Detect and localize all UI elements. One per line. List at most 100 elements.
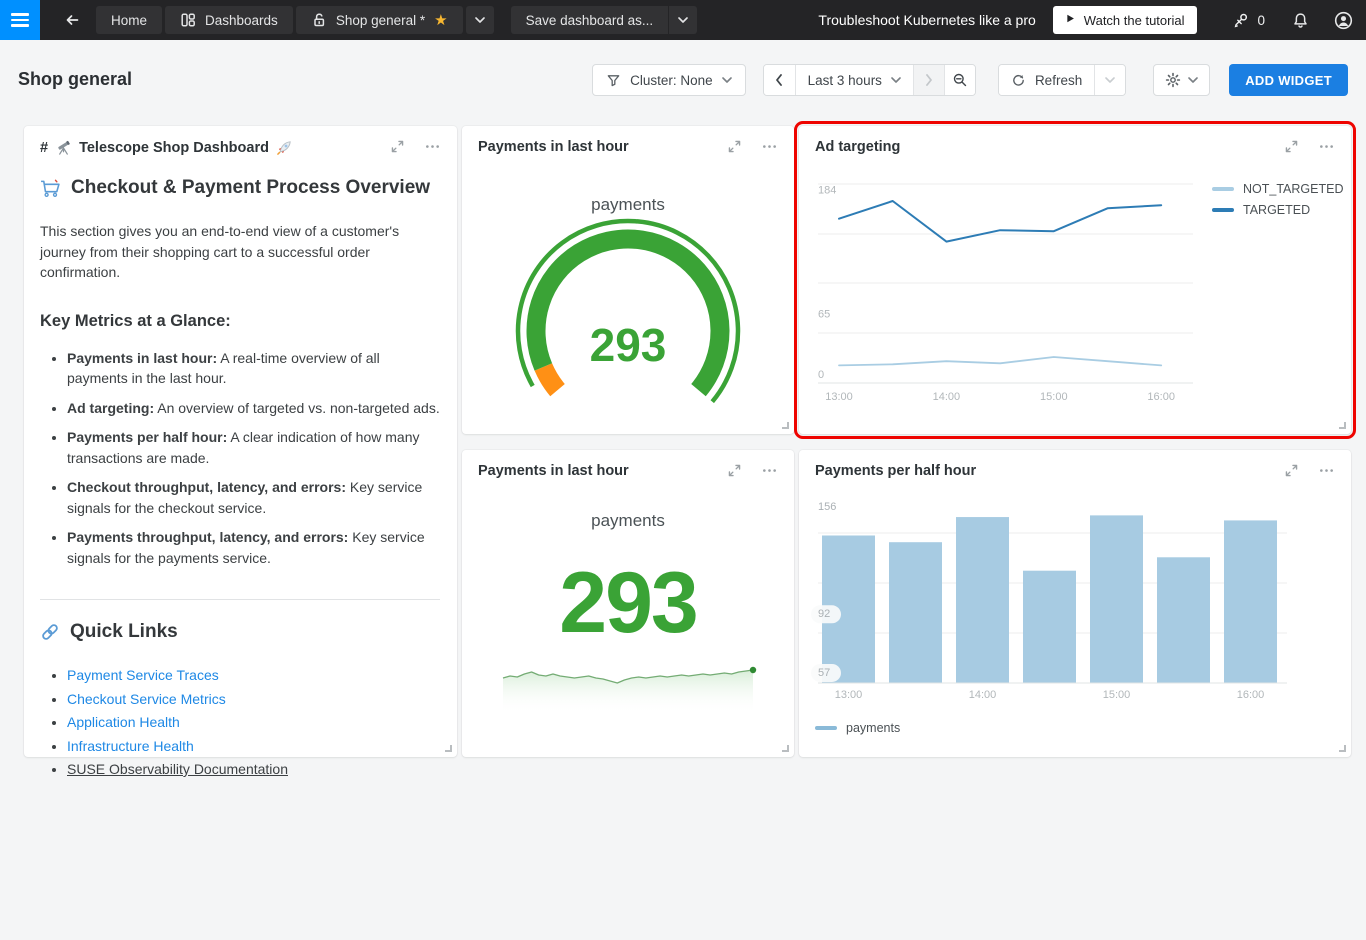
chevron-down-icon <box>891 77 901 83</box>
payments-sparkline[interactable] <box>499 650 759 718</box>
svg-text:13:00: 13:00 <box>825 391 853 403</box>
svg-text:15:00: 15:00 <box>1040 391 1068 403</box>
quick-links-list: Payment Service Traces Checkout Service M… <box>40 667 440 778</box>
funnel-icon <box>606 73 621 88</box>
legend-label: TARGETED <box>1243 203 1310 217</box>
svg-text:16:00: 16:00 <box>1237 689 1265 701</box>
resize-handle[interactable] <box>1339 745 1346 752</box>
time-range-button[interactable]: Last 3 hours <box>795 65 913 95</box>
metric-bullet: Payments throughput, latency, and errors… <box>67 527 440 568</box>
expand-widget-icon[interactable] <box>727 463 742 478</box>
divider <box>40 599 440 600</box>
dashboard-settings-button[interactable] <box>1153 64 1210 96</box>
expand-widget-icon[interactable] <box>390 139 405 154</box>
quick-link[interactable]: Checkout Service Metrics <box>67 691 226 707</box>
refresh-icon <box>1011 73 1026 88</box>
widget-ad-targeting: Ad targeting 18465013:0014:0015:0016:00 … <box>799 126 1351 434</box>
metric-bullet: Payments per half hour: A clear indicati… <box>67 427 440 468</box>
svg-text:15:00: 15:00 <box>1103 689 1131 701</box>
widget-menu-icon[interactable] <box>424 139 441 154</box>
svg-text:16:00: 16:00 <box>1147 391 1175 403</box>
legend-swatch <box>1212 187 1234 192</box>
ad-targeting-line-chart[interactable]: 18465013:0014:0015:0016:00 <box>799 126 1351 434</box>
user-avatar[interactable] <box>1334 11 1353 30</box>
svg-text:57: 57 <box>818 667 830 679</box>
quick-link-item: Payment Service Traces <box>67 667 440 684</box>
resize-handle[interactable] <box>782 745 789 752</box>
tab-home[interactable]: Home <box>96 6 162 34</box>
watch-tutorial-button[interactable]: Watch the tutorial <box>1053 6 1198 34</box>
legend-item[interactable]: NOT_TARGETED <box>1212 182 1343 196</box>
metric-bullet: Ad targeting: An overview of targeted vs… <box>67 398 440 419</box>
back-icon[interactable] <box>64 12 80 28</box>
pin-icon <box>1233 12 1249 28</box>
tab-home-label: Home <box>111 13 147 28</box>
quick-link[interactable]: SUSE Observability Documentation <box>67 761 288 777</box>
time-forward-button[interactable] <box>913 65 944 95</box>
link-icon <box>40 622 60 642</box>
widget-payments-number: Payments in last hour payments 293 <box>462 450 794 757</box>
time-back-button[interactable] <box>764 65 795 95</box>
ad-targeting-legend: NOT_TARGETED TARGETED <box>1212 182 1343 217</box>
number-metric-label: payments <box>462 511 794 531</box>
cart-icon <box>40 179 61 198</box>
svg-text:14:00: 14:00 <box>933 391 961 403</box>
save-dashboard-as-button[interactable]: Save dashboard as... <box>511 6 669 34</box>
resize-handle[interactable] <box>445 745 452 752</box>
legend-item[interactable]: TARGETED <box>1212 203 1343 217</box>
promo-text: Troubleshoot Kubernetes like a pro <box>818 12 1035 28</box>
legend-label: NOT_TARGETED <box>1243 182 1343 196</box>
quick-link[interactable]: Payment Service Traces <box>67 667 219 683</box>
telescope-icon <box>55 139 72 156</box>
legend-label: payments <box>846 721 900 735</box>
svg-text:0: 0 <box>818 369 824 381</box>
tab-shop-general-label: Shop general * <box>336 13 425 28</box>
resize-handle[interactable] <box>1339 422 1346 429</box>
number-value: 293 <box>462 553 794 653</box>
widget-payments-gauge: Payments in last hour payments 293 <box>462 126 794 434</box>
resize-handle[interactable] <box>782 422 789 429</box>
favorite-star-icon[interactable]: ★ <box>434 13 447 28</box>
svg-text:13:00: 13:00 <box>835 689 863 701</box>
markdown-intro: This section gives you an end-to-end vie… <box>40 221 440 283</box>
quick-link-item: SUSE Observability Documentation <box>67 761 440 778</box>
payments-gauge-chart[interactable] <box>462 126 794 434</box>
zoom-out-time-button[interactable] <box>944 65 975 95</box>
refresh-interval-chevron[interactable] <box>1094 65 1125 95</box>
refresh-label: Refresh <box>1035 73 1082 88</box>
tab-dashboards[interactable]: Dashboards <box>165 6 293 34</box>
hamburger-menu-button[interactable] <box>0 0 40 40</box>
tab-overflow-chevron[interactable] <box>466 6 494 34</box>
time-range-group: Last 3 hours <box>763 64 976 96</box>
metrics-heading: Key Metrics at a Glance: <box>40 312 440 331</box>
header-controls: Cluster: None Last 3 hours Refresh ADD W… <box>592 64 1348 96</box>
cluster-filter-label: Cluster: None <box>630 73 713 88</box>
quick-link[interactable]: Infrastructure Health <box>67 738 194 754</box>
save-dashboard-split-button: Save dashboard as... <box>511 6 698 34</box>
cluster-filter-button[interactable]: Cluster: None <box>592 64 746 96</box>
svg-text:184: 184 <box>818 185 836 197</box>
widget-menu-icon[interactable] <box>761 463 778 478</box>
legend-item[interactable]: payments <box>815 721 900 735</box>
tab-shop-general[interactable]: Shop general * ★ <box>296 6 463 34</box>
save-dashboard-as-label: Save dashboard as... <box>526 13 654 28</box>
add-widget-button[interactable]: ADD WIDGET <box>1229 64 1348 96</box>
dashboard-tabs: Home Dashboards Shop general * ★ <box>96 6 494 34</box>
page-title: Shop general <box>18 69 132 90</box>
pinned-items-button[interactable]: 0 <box>1233 12 1265 28</box>
metric-bullet: Payments in last hour: A real-time overv… <box>67 348 440 389</box>
quick-link-item: Infrastructure Health <box>67 738 440 755</box>
refresh-button[interactable]: Refresh <box>999 65 1094 95</box>
notifications-bell-icon[interactable] <box>1292 12 1309 29</box>
bar-chart-legend: payments <box>815 721 900 735</box>
svg-text:92: 92 <box>818 608 830 620</box>
watch-tutorial-label: Watch the tutorial <box>1084 13 1185 28</box>
markdown-heading: Checkout & Payment Process Overview <box>40 177 440 199</box>
legend-swatch <box>1212 208 1234 213</box>
payments-bar-chart[interactable]: 156925713:0014:0015:0016:00 <box>799 450 1351 757</box>
pin-count: 0 <box>1257 13 1265 28</box>
save-dashboard-chevron[interactable] <box>669 6 697 34</box>
widget-title: # Telescope Shop Dashboard <box>40 139 293 156</box>
gauge-value: 293 <box>462 320 794 370</box>
quick-link[interactable]: Application Health <box>67 714 180 730</box>
